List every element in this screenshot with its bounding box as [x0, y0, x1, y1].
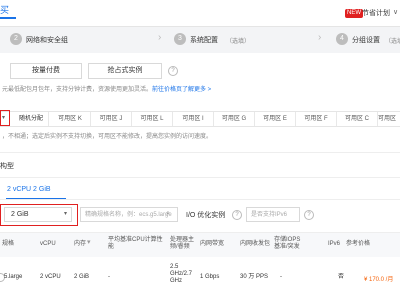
step-4-label[interactable]: 分组设置 — [352, 35, 380, 45]
zone-dropdown[interactable]: ▾ — [0, 110, 10, 126]
step-4-optional: （选填） — [385, 39, 400, 45]
zone-k[interactable]: 可用区 K — [50, 112, 91, 126]
step-2-number: 2 — [10, 33, 22, 45]
spec-search-placeholder: 精确规格名称，例：ecs.g5.large — [85, 212, 172, 218]
active-tab-indicator — [0, 17, 16, 19]
io-optimized-label: I/O 优化实例 — [186, 212, 226, 219]
col-price: 参考价格 — [346, 241, 371, 247]
step-3-optional: （选填） — [226, 39, 251, 45]
col-spec: 规格 — [2, 241, 15, 247]
cell-iops: - — [280, 274, 282, 280]
wizard-steps: 2 网络和安全组 › 3 系统配置 （选填） › 4 分组设置 （选填） — [0, 27, 400, 54]
chevron-right-icon: › — [158, 32, 162, 43]
chevron-down-icon[interactable]: ∨ — [393, 8, 398, 16]
billing-note-text: 元最低配包月包年，支持分钟计费，资源使用更加灵活。 — [2, 87, 153, 93]
help-icon[interactable]: ? — [232, 210, 242, 220]
cell-ipv6: 否 — [338, 274, 345, 280]
cell-pps: 30 万 PPS — [240, 274, 269, 280]
pricing-page-link[interactable]: 前往价格页了解更多 > — [152, 87, 211, 93]
cell-price: ¥ 170.0 /月 — [364, 277, 394, 283]
col-baseline-cpu: 平均基准CPU计算性能 — [108, 237, 163, 250]
divider — [0, 152, 400, 153]
caret-down-icon: ▾ — [2, 115, 6, 121]
caret-down-icon: ▾ — [63, 211, 67, 217]
zone-random[interactable]: 随机分配 — [14, 112, 49, 126]
cell-bandwidth: 1 Gbps — [200, 274, 220, 280]
tab-buy[interactable]: 买 — [0, 3, 9, 16]
col-memory: 内存 — [74, 241, 87, 247]
cell-memory: 2 GiB — [74, 274, 90, 280]
zone-note: ，不相通；选定后实例不支持切换，可用区不能修改，提高您实例的访问速度。 — [2, 134, 213, 140]
col-vcpu: vCPU — [40, 241, 56, 247]
col-ipv6: IPv6 — [328, 241, 341, 247]
col-pps: 内网收发包 — [240, 241, 271, 247]
pay-as-you-go-button[interactable]: 按量付费 — [10, 63, 82, 79]
spot-instance-button[interactable]: 抢占式实例 — [88, 63, 162, 79]
col-cpu-freq: 处理器主频/睿频 — [170, 237, 195, 250]
step-2-label[interactable]: 网络和安全组 — [26, 35, 68, 45]
divider — [0, 199, 400, 200]
help-icon[interactable]: ? — [168, 66, 178, 76]
cell-baseline: - — [108, 274, 110, 280]
cell-vcpu: 2 vCPU — [40, 274, 61, 280]
search-icon[interactable]: ⌕ — [166, 210, 170, 218]
help-icon[interactable]: ? — [304, 210, 314, 220]
spec-search-input[interactable]: 精确规格名称，例：ecs.g5.large — [80, 207, 178, 222]
new-badge: NEW — [345, 9, 363, 18]
cell-spec: 5.large — [4, 274, 23, 280]
ipv6-select[interactable]: 是否支持IPv6 — [246, 207, 300, 222]
zone-i[interactable]: 可用区 I — [173, 112, 214, 126]
chevron-right-icon: › — [318, 32, 322, 43]
zone-c[interactable]: 可用区 C — [337, 112, 378, 126]
top-bar: 买 NEW 节省计划 ∨ — [0, 0, 400, 27]
billing-note: 元最低配包月包年，支持分钟计费，资源使用更加灵活。前往价格页了解更多 > — [2, 84, 211, 93]
divider — [0, 177, 400, 178]
sort-icon[interactable]: ▾ — [87, 239, 91, 246]
zone-e[interactable]: 可用区 E — [255, 112, 296, 126]
memory-select-value: 2 GiB — [11, 211, 29, 218]
savings-plan-link[interactable]: 节省计划 — [362, 8, 390, 18]
zone-g[interactable]: 可用区 G — [214, 112, 255, 126]
ipv6-placeholder: 是否支持IPv6 — [251, 212, 288, 218]
memory-select[interactable]: 2 GiB ▾ — [4, 207, 72, 222]
table-row[interactable]: 5.large 2 vCPU 2 GiB - 2.5 GHz/2.7 GHz 1… — [0, 257, 400, 300]
step-3-number: 3 — [174, 33, 186, 45]
tab-2vcpu-2gib[interactable]: 2 vCPU 2 GiB — [7, 186, 51, 193]
zone-j[interactable]: 可用区 J — [91, 112, 132, 126]
zone-more[interactable]: 可用区 — [378, 112, 400, 126]
col-iops: 存储IOPS 基准/突发 — [274, 237, 301, 250]
step-4-number: 4 — [336, 33, 348, 45]
zone-l[interactable]: 可用区 L — [132, 112, 173, 126]
tab-architecture[interactable]: 构型 — [0, 161, 14, 171]
cell-freq: 2.5 GHz/2.7 GHz — [170, 264, 193, 284]
col-bandwidth: 内网带宽 — [200, 241, 225, 247]
step-3-label[interactable]: 系统配置 — [190, 35, 218, 45]
zone-f[interactable]: 可用区 F — [296, 112, 337, 126]
